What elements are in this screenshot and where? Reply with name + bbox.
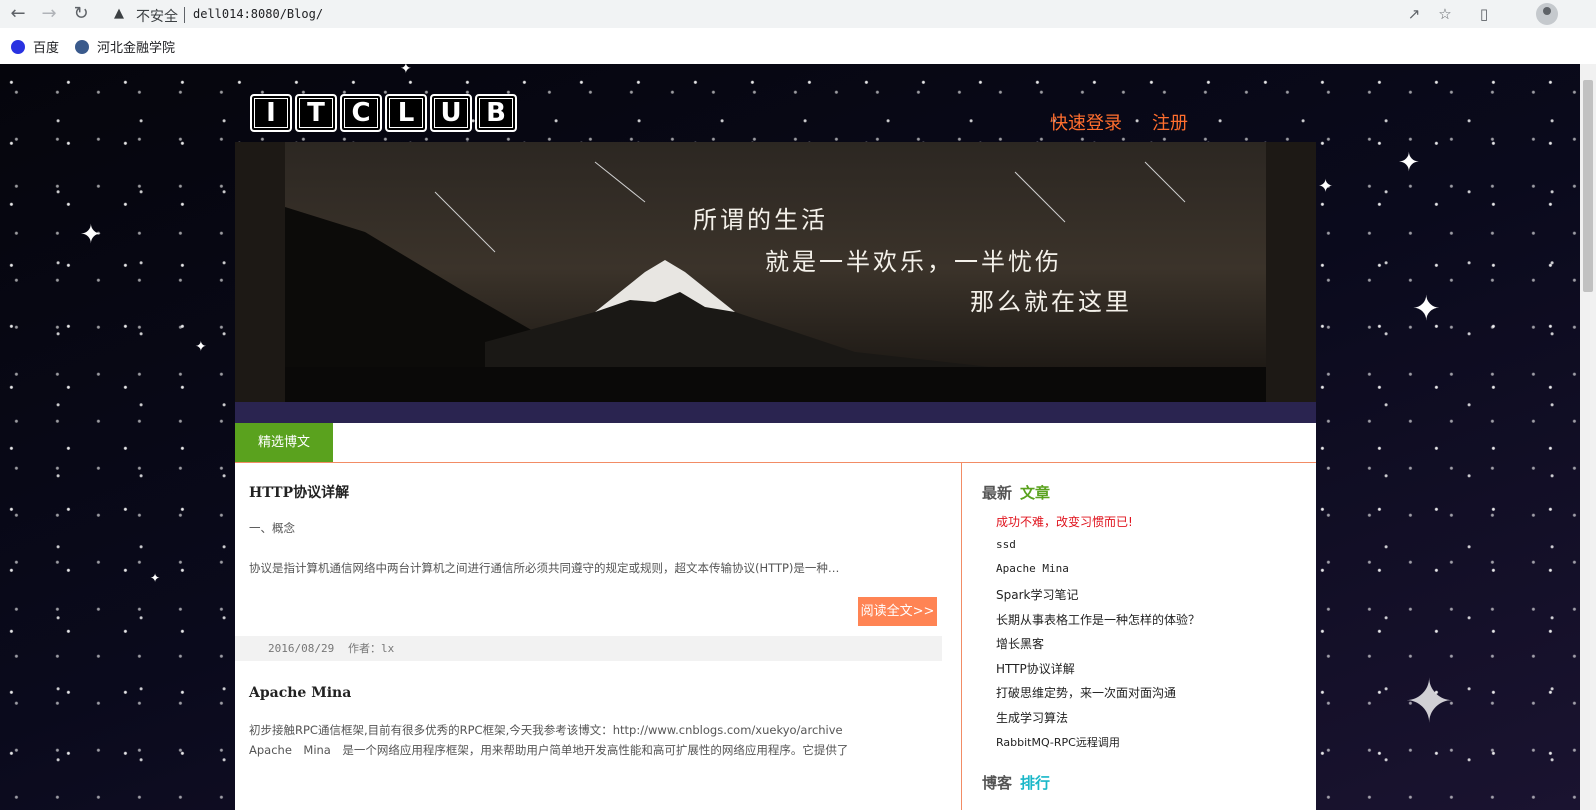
post-author: 作者：lx	[348, 642, 395, 655]
side-panel-icon[interactable]: ▯	[1474, 4, 1494, 24]
omnibox-divider	[184, 7, 185, 23]
heading-accent: 排行	[1020, 774, 1051, 792]
reload-icon[interactable]: ↻	[70, 3, 92, 25]
article-link[interactable]: 增长黑客	[996, 635, 1044, 652]
heading-accent: 文章	[1020, 484, 1051, 502]
logo-letter: T	[295, 94, 337, 132]
back-arrow-icon[interactable]: ←	[7, 3, 29, 25]
logo-letter: I	[250, 94, 292, 132]
post-title[interactable]: Apache Mina	[249, 685, 351, 701]
address-bar[interactable]: ▲ 不安全 dell014:8080/Blog/	[104, 1, 1484, 27]
column-divider	[961, 462, 962, 810]
hero-banner: 所谓的生活 就是一半欢乐，一半忧伤 那么就在这里	[235, 142, 1316, 423]
logo-letter: L	[385, 94, 427, 132]
mount-fuji-illustration	[235, 142, 1316, 423]
url-text[interactable]: dell014:8080/Blog/	[193, 7, 323, 21]
article-link[interactable]: 长期从事表格工作是一种怎样的体验？	[996, 611, 1200, 628]
article-link[interactable]: 生成学习算法	[996, 709, 1068, 726]
sparkle-decoration: ✦	[400, 61, 412, 77]
register-link[interactable]: 注册	[1152, 109, 1188, 135]
main-content: 精选博文 HTTP协议详解 一、概念 协议是指计算机通信网络中两台计算机之间进行…	[235, 423, 1316, 810]
quick-login-link[interactable]: 快速登录	[1050, 109, 1122, 135]
post-excerpt-line: 一、概念	[249, 521, 295, 535]
post-date: 2016/08/29	[268, 642, 335, 655]
bookmark-label: 河北金融学院	[97, 41, 176, 56]
read-more-button[interactable]: 阅读全文>>	[858, 597, 937, 626]
logo-letter: C	[340, 94, 382, 132]
scrollbar-thumb[interactable]	[1583, 80, 1593, 292]
article-link[interactable]: ssd	[996, 538, 1016, 551]
article-link[interactable]: RabbitMQ-RPC远程调用	[996, 734, 1120, 750]
sparkle-decoration: ✦	[1398, 148, 1420, 178]
logo-letter: B	[475, 94, 517, 132]
profile-avatar[interactable]	[1536, 3, 1558, 25]
bookmarks-bar: 百度 河北金融学院	[0, 28, 1596, 65]
share-icon[interactable]: ↗	[1404, 4, 1424, 24]
heading-text: 博客	[982, 774, 1013, 792]
post-excerpt-line: 初步接触RPC通信框架,目前有很多优秀的RPC框架,今天我参考该博文：http:…	[249, 723, 843, 737]
banner-line-2: 就是一半欢乐，一半忧伤	[765, 248, 1062, 276]
sparkle-decoration: ✦	[80, 220, 102, 250]
latest-articles-heading: 最新 文章	[982, 482, 1050, 503]
article-link[interactable]: 成功不难，改变习惯而已!	[996, 513, 1133, 530]
blog-ranking-heading: 博客 排行	[982, 772, 1050, 793]
article-link[interactable]: Spark学习笔记	[996, 586, 1078, 603]
baidu-paw-icon	[11, 40, 25, 54]
sparkle-decoration: ✦	[195, 339, 207, 355]
post-excerpt-line: 协议是指计算机通信网络中两台计算机之间进行通信所必须共同遵守的规定或规则，超文本…	[249, 561, 849, 575]
bookmark-star-icon[interactable]: ☆	[1435, 4, 1455, 24]
warning-triangle-icon: ▲	[114, 6, 124, 21]
article-link[interactable]: 打破思维定势，来一次面对面沟通	[996, 684, 1176, 701]
banner-line-3: 那么就在这里	[970, 288, 1132, 316]
bookmark-label: 百度	[33, 41, 60, 56]
sparkle-decoration: ✦	[150, 571, 161, 585]
banner-line-1: 所谓的生活	[693, 206, 828, 234]
post-title[interactable]: HTTP协议详解	[249, 482, 349, 502]
sparkle-decoration: ✦	[1318, 176, 1334, 197]
post-meta-bar: 2016/08/29 作者：lx	[235, 636, 942, 661]
bookmark-baidu[interactable]: 百度	[11, 37, 59, 56]
sparkle-decoration: ✦	[1412, 289, 1441, 329]
bookmark-school[interactable]: 河北金融学院	[75, 37, 175, 56]
tab-featured-posts[interactable]: 精选博文	[235, 423, 333, 462]
school-seal-icon	[75, 40, 89, 54]
sparkle-decoration: ✦	[1404, 667, 1455, 737]
article-link[interactable]: Apache Mina	[996, 562, 1069, 575]
tab-divider	[235, 462, 1316, 463]
heading-text: 最新	[982, 484, 1013, 502]
post-excerpt-line: Apache Mina 是一个网络应用程序框架，用来帮助用户简单地开发高性能和高…	[249, 743, 849, 757]
insecure-label: 不安全	[136, 9, 178, 25]
browser-toolbar: ← → ↻ ▲ 不安全 dell014:8080/Blog/ ↗ ☆ ▯	[0, 0, 1596, 28]
article-link[interactable]: HTTP协议详解	[996, 660, 1075, 677]
itclub-logo[interactable]: I T C L U B	[250, 94, 517, 132]
forward-arrow-icon[interactable]: →	[38, 3, 60, 25]
logo-letter: U	[430, 94, 472, 132]
